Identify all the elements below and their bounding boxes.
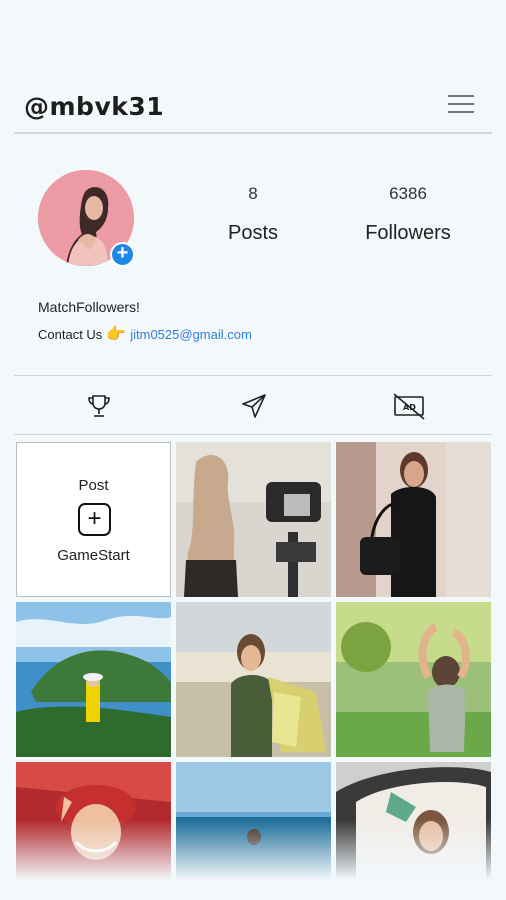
- new-post-tile[interactable]: Post + GameStart: [16, 442, 171, 597]
- username-handle: @mbvk31: [24, 92, 165, 121]
- add-story-button[interactable]: +: [110, 242, 135, 267]
- plus-icon[interactable]: +: [78, 503, 111, 536]
- posts-label: Posts: [227, 222, 279, 244]
- trophy-icon[interactable]: [84, 391, 114, 421]
- bio-contact: Contact Us 👉 jitm0525@gmail.com: [38, 324, 252, 344]
- bottom-fade-overlay: [0, 820, 506, 900]
- send-icon[interactable]: [239, 391, 269, 421]
- followers-count: 6386: [389, 184, 427, 203]
- followers-stat[interactable]: 6386 Followers: [348, 184, 468, 245]
- photo-island-view[interactable]: [16, 602, 171, 757]
- bio-name: MatchFollowers!: [38, 299, 140, 315]
- photo-woman-park[interactable]: [336, 602, 491, 757]
- posts-stat[interactable]: 8 Posts: [193, 184, 313, 245]
- posts-count: 8: [248, 184, 258, 203]
- contact-email-link[interactable]: jitm0525@gmail.com: [130, 327, 252, 342]
- avatar-container[interactable]: +: [38, 170, 136, 268]
- hamburger-menu-icon[interactable]: [448, 95, 474, 117]
- photo-woman-black-outfit[interactable]: [336, 442, 491, 597]
- gamestart-label: GameStart: [57, 547, 130, 564]
- contact-prefix: Contact Us: [38, 327, 103, 342]
- no-ads-icon[interactable]: AD: [392, 391, 425, 421]
- svg-text:AD: AD: [403, 403, 416, 412]
- profile-tabs: AD: [14, 375, 492, 435]
- pointing-hand-icon: 👉: [106, 326, 127, 343]
- followers-label: Followers: [365, 222, 451, 244]
- post-label: Post: [78, 477, 109, 494]
- profile-header: @mbvk31: [14, 80, 492, 134]
- photo-camera-tripod[interactable]: [176, 442, 331, 597]
- photo-woman-shopping-bags[interactable]: [176, 602, 331, 757]
